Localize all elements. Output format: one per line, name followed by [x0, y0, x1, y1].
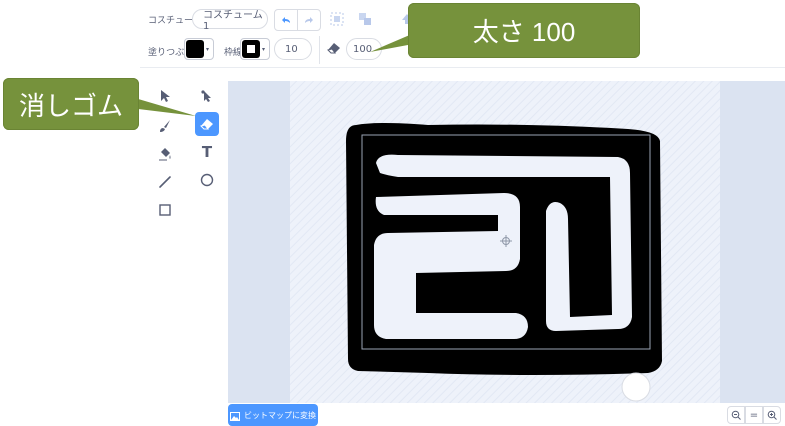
brush-tool[interactable]	[153, 114, 177, 138]
line-icon	[159, 176, 171, 188]
rectangle-icon	[159, 204, 171, 216]
chevron-down-icon: ▾	[206, 45, 210, 53]
fill-tool[interactable]	[153, 142, 177, 166]
outline-width-input[interactable]: 10	[274, 38, 312, 60]
eraser-tool[interactable]	[195, 112, 219, 136]
undo-button[interactable]	[275, 10, 297, 30]
paint-stage[interactable]	[228, 81, 785, 403]
costume-name-input[interactable]: コスチューム1	[192, 9, 268, 32]
fill-color-picker[interactable]: ▾	[184, 38, 214, 60]
chevron-down-icon: ▾	[262, 45, 266, 53]
outline-color-picker[interactable]: ▾	[240, 38, 270, 60]
zoom-in-icon	[767, 410, 777, 420]
group-icon	[330, 12, 344, 26]
paint-bucket-icon	[159, 148, 171, 161]
fill-color-swatch	[186, 40, 204, 58]
eraser-callout: 消しゴム	[3, 78, 139, 130]
reshape-icon	[201, 90, 211, 102]
size-callout: 太さ 100	[408, 3, 640, 58]
undo-redo-group	[274, 9, 321, 31]
eraser-icon	[200, 119, 213, 130]
outline-color-swatch	[242, 40, 260, 58]
arrow-pointer-icon	[161, 90, 170, 102]
convert-to-bitmap-button[interactable]: ビットマップに変換	[228, 404, 318, 426]
zoom-out-button[interactable]	[727, 406, 745, 424]
image-icon	[230, 406, 240, 425]
eraser-callout-text: 消しゴム	[18, 90, 123, 121]
brush-icon	[160, 120, 170, 132]
line-tool[interactable]	[153, 170, 177, 194]
text-icon: T	[201, 143, 213, 161]
circle-tool[interactable]	[195, 168, 219, 192]
redo-button[interactable]	[297, 10, 320, 30]
toolbar-separator	[140, 67, 785, 68]
group-button[interactable]	[326, 9, 348, 29]
rectangle-tool[interactable]	[153, 198, 177, 222]
zoom-reset-button[interactable]: =	[745, 406, 763, 424]
select-tool[interactable]	[153, 84, 177, 108]
text-tool[interactable]: T	[195, 140, 219, 164]
zoom-in-button[interactable]	[763, 406, 781, 424]
eraser-icon	[326, 40, 342, 59]
circle-icon	[200, 173, 214, 187]
tool-palette: T	[150, 82, 226, 222]
size-callout-text: 太さ 100	[472, 17, 576, 47]
ungroup-icon	[359, 13, 371, 25]
toolbar-divider	[319, 36, 320, 64]
undo-icon	[282, 17, 290, 23]
redo-icon	[305, 17, 313, 23]
ungroup-button[interactable]	[354, 9, 376, 29]
zoom-out-icon	[731, 410, 741, 420]
convert-to-bitmap-label: ビットマップに変換	[244, 410, 316, 420]
canvas-drawing	[290, 81, 720, 403]
eraser-size-input[interactable]: 100	[346, 38, 382, 60]
reshape-tool[interactable]	[195, 84, 219, 108]
